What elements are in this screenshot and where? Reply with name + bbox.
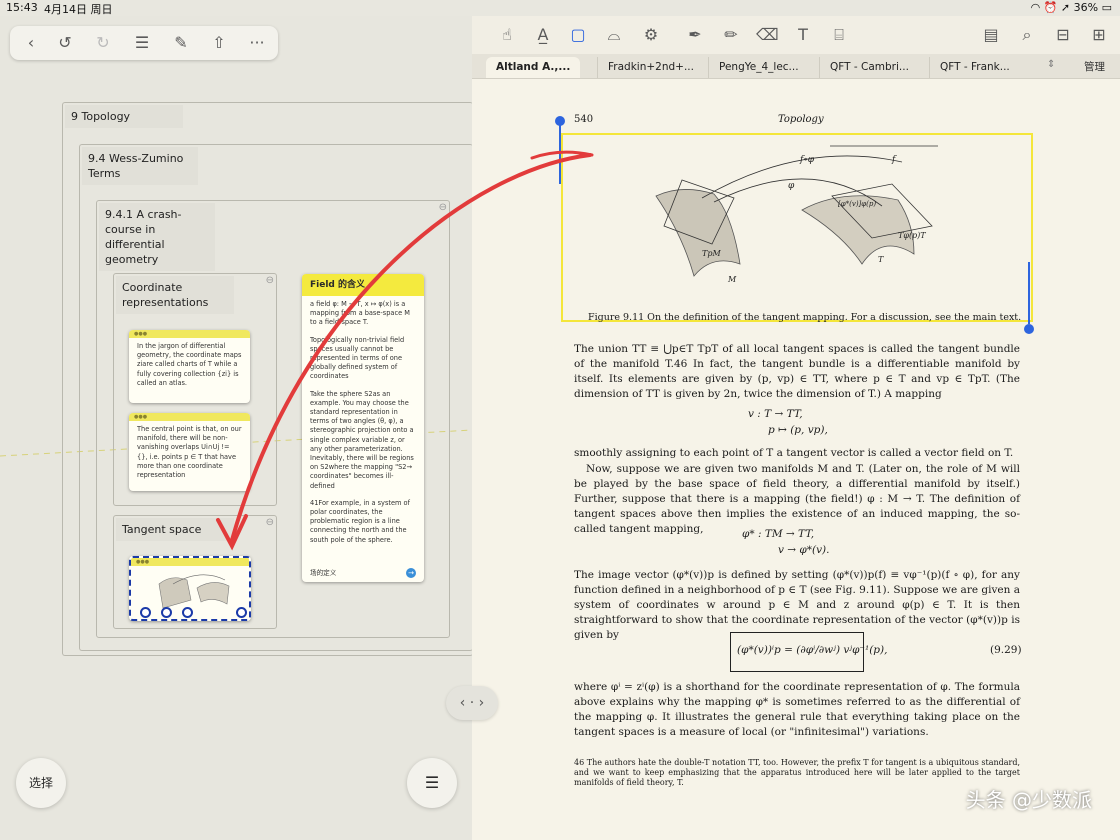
grid-icon[interactable]: ⊞ (1088, 24, 1110, 46)
equation-1-line-1: v : T → TT, (748, 408, 803, 420)
svg-text:[φ*(v)]φ(p): [φ*(v)]φ(p) (838, 200, 876, 208)
frame-title: Coordinate representations (116, 276, 234, 314)
pdf-page[interactable]: 540 Topology f∘φ φ f TpM M T Tφ(p)T [φ*(… (472, 78, 1120, 840)
manage-tabs-button[interactable]: 管理 (1084, 59, 1105, 74)
svg-text:f∘φ: f∘φ (799, 155, 815, 165)
paragraph-1: The union TT ≡ ⋃p∈T TpT of all local tan… (574, 343, 1020, 400)
frame-title: 9.4 Wess-Zumino Terms (82, 147, 198, 185)
equation-2-line-1: φ* : TM → TT, (742, 528, 815, 540)
equation-1-line-2: p ↦ (p, vp), (768, 424, 828, 436)
equation-3: (φ*(v))ⁱp = (∂φⁱ/∂wʲ) vʲφ⁻¹(p), (737, 644, 888, 656)
svg-text:φ: φ (788, 181, 795, 191)
watermark: 头条 @少数派 (965, 788, 1092, 812)
handle-stem (559, 124, 561, 184)
svg-text:f: f (891, 155, 897, 165)
battery-percent: 36% (1073, 1, 1099, 14)
lasso-icon[interactable]: ⌓ (603, 24, 625, 46)
textbox-icon[interactable]: T (792, 24, 814, 46)
page-number: 540 (574, 114, 594, 125)
card-footer-text: 场的定义 (310, 568, 337, 577)
card-header: ●●● (131, 558, 249, 566)
paragraph-5: where φⁱ = zⁱ(φ) is a shorthand for the … (574, 681, 1020, 738)
search-icon[interactable]: ⌕ (1016, 24, 1038, 46)
card-text: Take the sphere S2as an example. You may… (310, 389, 414, 490)
card-text: 41For example, in a system of polar coor… (310, 498, 410, 544)
svg-text:M: M (727, 275, 737, 284)
equation-2-line-2: v → φ*(v). (778, 544, 830, 556)
tab-altland[interactable]: Altland A.,... (486, 57, 581, 78)
sort-icon[interactable]: ⇕ (1047, 59, 1055, 70)
collapse-icon[interactable]: ⊖ (439, 202, 447, 213)
location-icon: ➚ (1060, 1, 1071, 14)
svg-text:Tφ(p)T: Tφ(p)T (898, 231, 926, 240)
handle-stem (1028, 262, 1030, 324)
note-card-field[interactable]: Field 的含义 a field φ: M → T, x ↦ φ(x) is … (302, 274, 424, 582)
svg-text:T: T (878, 255, 884, 264)
bookmark-icon[interactable]: ⊟ (1052, 24, 1074, 46)
mindmap-pane[interactable]: ‹ ↺ ↻ ☰ ✎ ⇧ ··· 9 Topology 9.4 Wess-Zumi… (0, 16, 473, 840)
rect-select-icon[interactable]: ▢ (567, 24, 589, 46)
battery-icon: ▭ (1101, 1, 1112, 14)
collapse-icon[interactable]: ⊖ (266, 275, 274, 286)
card-title: Field 的含义 (302, 274, 424, 296)
resize-arrows-icon: ‹ · › (459, 695, 485, 711)
card-text: The central point is that, on our manifo… (137, 425, 242, 480)
paragraph-2: smoothly assigning to each point of T a … (574, 447, 1014, 459)
layers-icon: ☰ (424, 773, 440, 792)
note-card-coordinate-1[interactable]: ●●● In the jargon of differential geomet… (129, 330, 250, 403)
status-indicators: ◠ ⏰ ➚ 36% ▭ (1031, 1, 1112, 14)
frame-title: Tangent space (116, 518, 234, 541)
frame-title: 9.4.1 A crash-course in differential geo… (99, 203, 215, 271)
layers-button[interactable]: ☰ (407, 758, 457, 808)
tab-pengye[interactable]: PengYe_4_lec... (708, 57, 809, 78)
card-text: In the jargon of differential geometry, … (137, 342, 242, 387)
status-date: 4月14日 周日 (44, 3, 113, 16)
card-text: a field φ: M → T, x ↦ φ(x) is a mapping … (310, 300, 410, 327)
doc-icon[interactable]: ▤ (980, 24, 1002, 46)
image-card-tangent[interactable]: ●●● (129, 556, 251, 621)
pdf-reader-pane[interactable]: ☝ A̲ ▢ ⌓ ⚙ ✒ ✏ ⌫ T ⌸ ▤ ⌕ ⊟ ⊞ Altland A.,… (472, 16, 1120, 840)
tab-qft-frank[interactable]: QFT - Frank... (929, 57, 1020, 78)
pen-icon[interactable]: ✒ (684, 24, 706, 46)
link-arrow-icon[interactable]: → (406, 567, 416, 578)
note-card-coordinate-2[interactable]: ●●● The central point is that, on our ma… (129, 413, 250, 491)
eraser-icon[interactable]: ⌫ (756, 24, 779, 46)
status-time: 15:43 (6, 1, 38, 14)
collapse-icon[interactable]: ⊖ (266, 517, 274, 528)
frame-title: 9 Topology (65, 105, 183, 128)
wifi-icon: ◠ (1030, 1, 1041, 14)
selection-handle[interactable] (1024, 324, 1034, 334)
card-tool-icon[interactable] (140, 607, 151, 618)
status-bar: 15:43 4月14日 周日 ◠ ⏰ ➚ 36% ▭ (0, 0, 1120, 16)
highlight-text-icon[interactable]: A̲ (532, 24, 554, 46)
running-header: Topology (778, 114, 824, 125)
footnote: 46 The authors hate the double-T notatio… (574, 758, 1020, 787)
shape-icon[interactable]: ⚙ (640, 24, 662, 46)
tab-fradkin[interactable]: Fradkin+2nd+... (597, 57, 704, 78)
card-tool-icon[interactable] (236, 607, 247, 618)
boxed-equation: (φ*(v))ⁱp = (∂φⁱ/∂wʲ) vʲφ⁻¹(p), (730, 632, 887, 672)
split-view-handle[interactable]: ‹ · › (446, 686, 498, 720)
text-select-icon[interactable]: ⌸ (828, 24, 850, 46)
highlighter-icon[interactable]: ✏ (720, 24, 742, 46)
svg-text:TpM: TpM (702, 249, 721, 258)
pdf-toolbar: ☝ A̲ ▢ ⌓ ⚙ ✒ ✏ ⌫ T ⌸ ▤ ⌕ ⊟ ⊞ (472, 16, 1120, 54)
paragraph-3: Now, suppose we are given two manifolds … (574, 463, 1020, 535)
card-text: Topologically non-trivial field spaces u… (310, 335, 405, 381)
card-header: ●●● (129, 413, 250, 421)
card-footer: 场的定义 → (302, 565, 424, 582)
alarm-icon: ⏰ (1043, 1, 1058, 14)
equation-number: (9.29) (990, 644, 1022, 656)
card-tool-icon[interactable] (182, 607, 193, 618)
document-tabs: Altland A.,... Fradkin+2nd+... PengYe_4_… (472, 54, 1120, 79)
select-button[interactable]: 选择 (16, 758, 66, 808)
figure-caption: Figure 9.11 On the definition of the tan… (588, 312, 1022, 323)
card-tool-icon[interactable] (161, 607, 172, 618)
tab-qft-cambridge[interactable]: QFT - Cambri... (819, 57, 919, 78)
card-header: ●●● (129, 330, 250, 338)
hand-icon[interactable]: ☝ (496, 24, 518, 46)
figure-tangent-mapping: f∘φ φ f TpM M T Tφ(p)T [φ*(v)]φ(p) (655, 145, 938, 284)
